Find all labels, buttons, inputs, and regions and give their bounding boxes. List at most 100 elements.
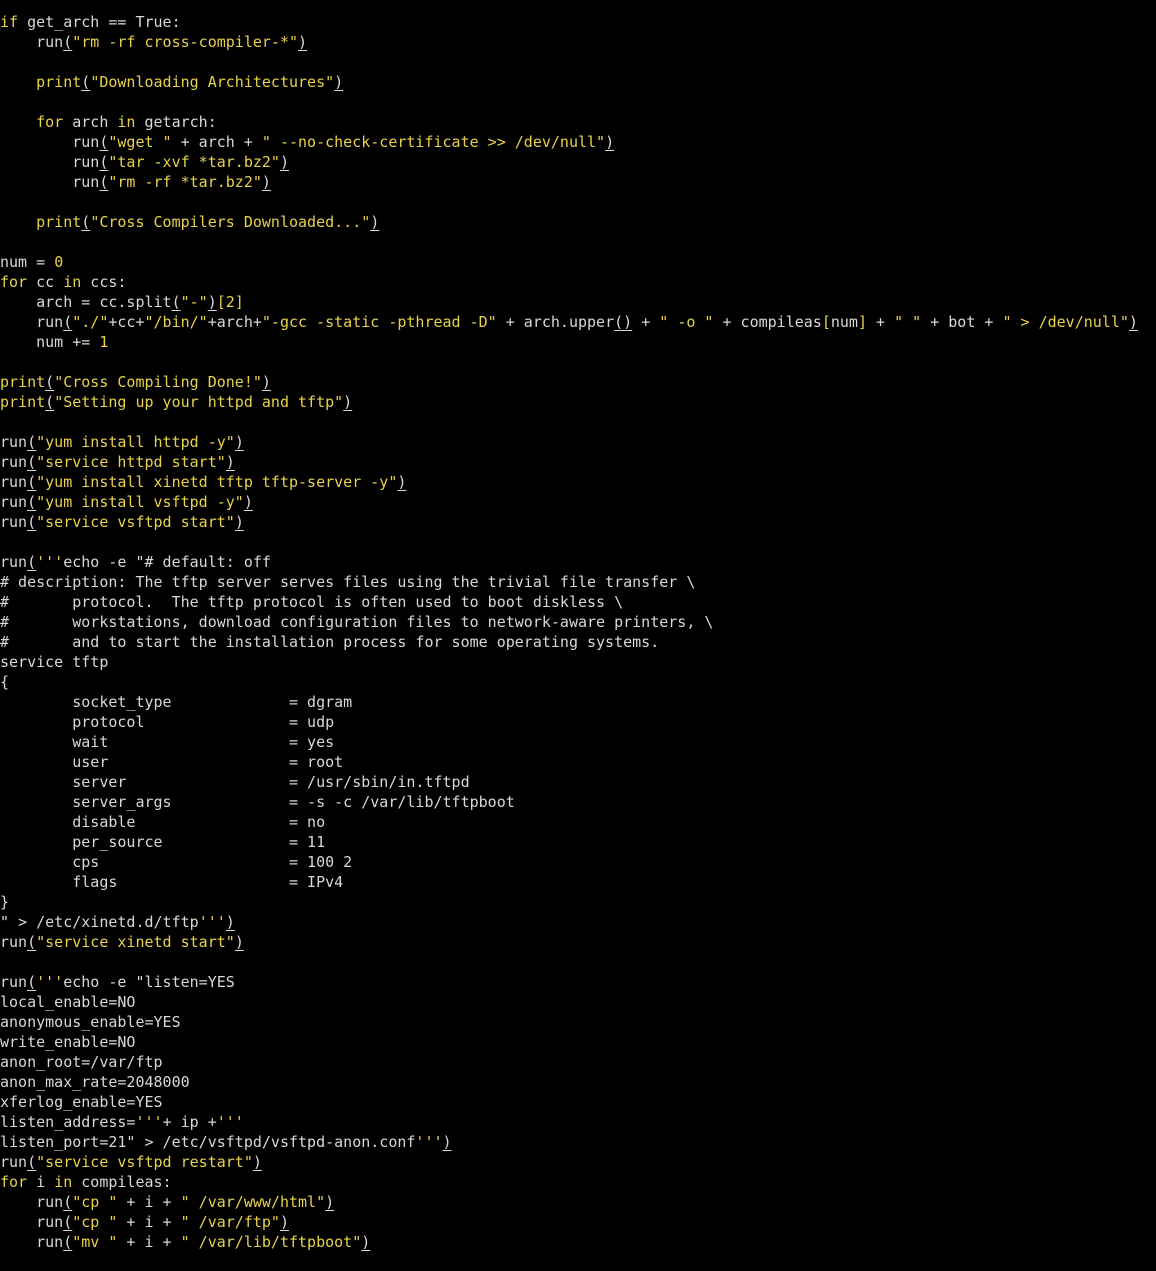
code-line: # and to start the installation process …: [0, 632, 1156, 652]
code-token: protocol = udp: [0, 713, 335, 731]
code-line: run("cp " + i + " /var/www/html"): [0, 1192, 1156, 1212]
code-token: [2]: [216, 293, 244, 311]
code-line: run("service xinetd start"): [0, 932, 1156, 952]
code-token: " > /etc/xinetd.d/tftp: [0, 913, 199, 931]
code-token: run: [0, 153, 100, 171]
code-token: "service vsftpd start": [36, 513, 235, 531]
code-token: run: [0, 973, 28, 991]
code-line: run("yum install vsftpd -y"): [0, 492, 1156, 512]
code-token: "yum install xinetd tftp tftp-server -y": [36, 473, 398, 491]
code-token: +cc+: [108, 313, 145, 331]
code-token: (: [27, 553, 37, 571]
code-token: "cp ": [72, 1193, 118, 1211]
code-line: print("Cross Compiling Done!"): [0, 372, 1156, 392]
code-token: "Cross Compiling Done!": [54, 373, 262, 391]
code-token: write_enable=NO: [0, 1033, 136, 1051]
code-token: anon_root=/var/ftp: [0, 1053, 163, 1071]
code-token: ): [243, 493, 253, 511]
code-line: run("cp " + i + " /var/ftp"): [0, 1212, 1156, 1232]
code-token: ): [261, 173, 271, 191]
code-token: (: [45, 373, 55, 391]
code-line: print("Setting up your httpd and tftp"): [0, 392, 1156, 412]
code-line: run("./"+cc+"/bin/"+arch+"-gcc -static -…: [0, 312, 1156, 332]
code-token: num +=: [0, 333, 100, 351]
code-line: for arch in getarch:: [0, 112, 1156, 132]
code-line: run("yum install httpd -y"): [0, 432, 1156, 452]
code-token: ): [1128, 313, 1138, 331]
code-token: + compileas: [713, 313, 822, 331]
code-token: ): [207, 293, 217, 311]
code-token: (: [27, 433, 37, 451]
code-line: listen_address='''+ ip +''': [0, 1112, 1156, 1132]
code-line: cps = 100 2: [0, 852, 1156, 872]
code-token: local_enable=NO: [0, 993, 136, 1011]
code-editor[interactable]: if get_arch == True: run("rm -rf cross-c…: [0, 0, 1156, 1271]
code-token: socket_type = dgram: [0, 693, 353, 711]
code-line: print("Cross Compilers Downloaded..."): [0, 212, 1156, 232]
code-token: cc: [27, 273, 64, 291]
code-token: "service httpd start": [36, 453, 226, 471]
code-token: "tar -xvf *tar.bz2": [108, 153, 280, 171]
code-token: print: [36, 213, 82, 231]
code-token: run: [0, 313, 64, 331]
code-token: in: [63, 273, 82, 291]
code-token: run: [0, 1213, 64, 1231]
code-token: (: [27, 933, 37, 951]
code-token: }: [0, 893, 10, 911]
code-line: xferlog_enable=YES: [0, 1092, 1156, 1112]
code-token: "mv ": [72, 1233, 118, 1251]
code-line: num += 1: [0, 332, 1156, 352]
code-token: ): [234, 513, 244, 531]
code-line: run("yum install xinetd tftp tftp-server…: [0, 472, 1156, 492]
code-token: (: [63, 313, 73, 331]
code-line: wait = yes: [0, 732, 1156, 752]
code-token: ): [605, 133, 615, 151]
code-token: # description: The tftp server serves fi…: [0, 573, 696, 591]
code-token: "yum install httpd -y": [36, 433, 235, 451]
code-line: listen_port=21" > /etc/vsftpd/vsftpd-ano…: [0, 1132, 1156, 1152]
code-token: [: [821, 313, 831, 331]
code-token: " ": [894, 313, 922, 331]
code-line: service tftp: [0, 652, 1156, 672]
code-token: compileas:: [72, 1173, 172, 1191]
code-token: for: [36, 113, 64, 131]
code-token: + arch +: [171, 133, 262, 151]
code-line: run('''echo -e "listen=YES: [0, 972, 1156, 992]
code-line: anonymous_enable=YES: [0, 1012, 1156, 1032]
code-token: True:: [126, 13, 181, 31]
code-token: ''': [415, 1133, 443, 1151]
code-token: print: [0, 393, 46, 411]
code-token: ''': [135, 1113, 163, 1131]
code-token: ): [261, 373, 271, 391]
code-token: ): [442, 1133, 452, 1151]
code-token: " --no-check-certificate >> /dev/null": [261, 133, 606, 151]
code-token: arch = cc.split: [0, 293, 172, 311]
code-line: run('''echo -e "# default: off: [0, 552, 1156, 572]
code-token: run: [0, 33, 64, 51]
code-line: for i in compileas:: [0, 1172, 1156, 1192]
code-token: # workstations, download configuration f…: [0, 613, 714, 631]
code-line: per_source = 11: [0, 832, 1156, 852]
code-token: listen_port=21" > /etc/vsftpd/vsftpd-ano…: [0, 1133, 416, 1151]
code-token: +: [632, 313, 660, 331]
code-token: run: [0, 553, 28, 571]
code-token: " /var/lib/tftpboot": [180, 1233, 362, 1251]
code-token: "Downloading Architectures": [90, 73, 335, 91]
code-line: write_enable=NO: [0, 1032, 1156, 1052]
code-token: run: [0, 933, 28, 951]
code-line: anon_max_rate=2048000: [0, 1072, 1156, 1092]
code-token: +arch+: [207, 313, 262, 331]
code-token: anon_max_rate=2048000: [0, 1073, 190, 1091]
code-token: ): [279, 153, 289, 171]
code-line: run("wget " + arch + " --no-check-certif…: [0, 132, 1156, 152]
code-token: ): [298, 33, 308, 51]
code-token: service tftp: [0, 653, 109, 671]
code-token: " /var/www/html": [180, 1193, 326, 1211]
code-token: arch: [63, 113, 118, 131]
code-line: run("rm -rf *tar.bz2"): [0, 172, 1156, 192]
code-token: run: [0, 513, 28, 531]
code-line: flags = IPv4: [0, 872, 1156, 892]
